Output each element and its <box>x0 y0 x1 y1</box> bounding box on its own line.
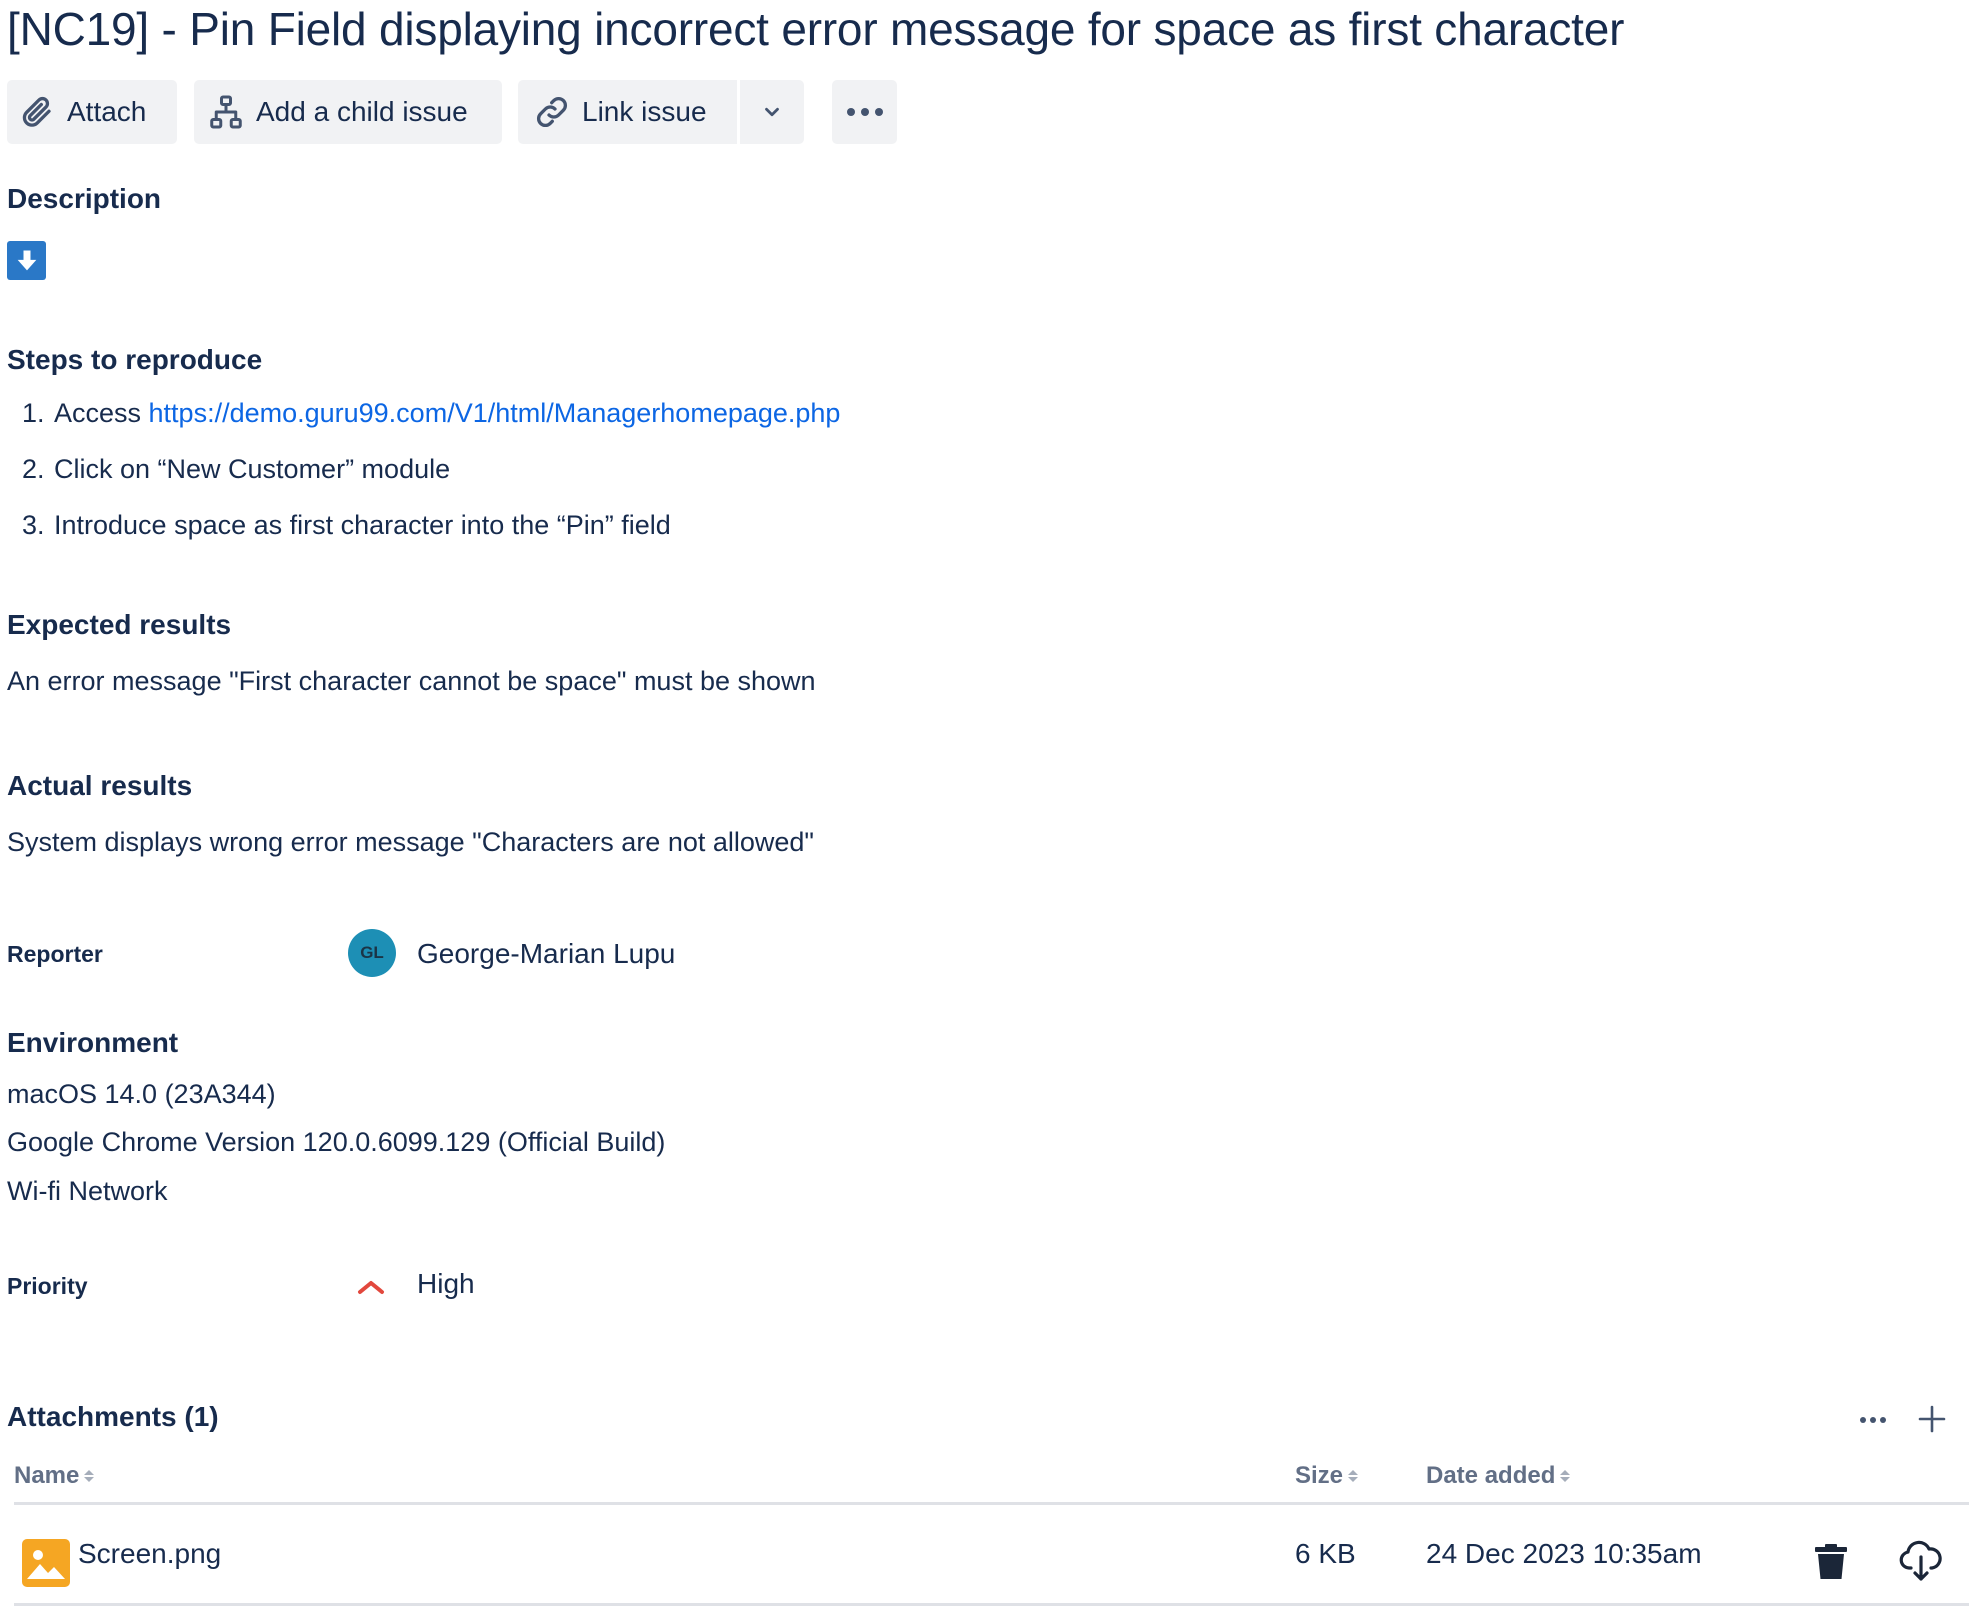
sort-icon <box>1560 1470 1571 1482</box>
description-heading: Description <box>7 183 162 214</box>
link-icon <box>537 97 567 127</box>
add-attachment-icon[interactable] <box>1917 1404 1947 1434</box>
column-header-size[interactable]: Size <box>1295 1462 1359 1490</box>
sort-icon <box>1348 1470 1359 1482</box>
arrow-down-icon <box>7 241 46 280</box>
actual-results-text: System displays wrong error message "Cha… <box>7 827 815 857</box>
column-header-date-added[interactable]: Date added <box>1426 1462 1571 1490</box>
attachments-more-icon[interactable] <box>1858 1412 1888 1428</box>
add-child-issue-button[interactable]: Add a child issue <box>194 80 502 144</box>
actual-results-heading: Actual results <box>7 770 193 801</box>
attach-button[interactable]: Attach <box>7 80 177 144</box>
attachments-heading: Attachments (1) <box>7 1401 219 1432</box>
expected-results-heading: Expected results <box>7 609 232 640</box>
trash-icon[interactable] <box>1814 1544 1848 1580</box>
expected-results-text: An error message "First character cannot… <box>7 666 816 696</box>
steps-list: 1. Access https://demo.guru99.com/V1/html… <box>22 393 840 561</box>
steps-heading: Steps to reproduce <box>7 344 263 375</box>
sort-icon <box>84 1470 95 1482</box>
attach-label: Attach <box>67 96 147 127</box>
issue-page: [NC19] - Pin Field displaying incorrect … <box>0 0 1980 1614</box>
priority-label: Priority <box>7 1273 88 1299</box>
priority-value[interactable]: High <box>417 1268 475 1300</box>
issue-title: [NC19] - Pin Field displaying incorrect … <box>7 3 1625 55</box>
link-issue-label: Link issue <box>582 96 707 127</box>
avatar[interactable]: GL <box>348 929 396 977</box>
table-row-divider <box>14 1603 1969 1606</box>
priority-high-icon <box>358 1281 384 1294</box>
link-issue-dropdown-button[interactable] <box>740 80 804 144</box>
environment-line: macOS 14.0 (23A344) <box>7 1079 276 1109</box>
chevron-down-icon <box>765 107 779 117</box>
more-actions-button[interactable] <box>832 80 897 144</box>
environment-line: Wi-fi Network <box>7 1176 168 1206</box>
attachment-size: 6 KB <box>1295 1538 1356 1569</box>
list-item: 3. Introduce space as first character int… <box>22 510 671 540</box>
reporter-name[interactable]: George-Marian Lupu <box>417 938 675 970</box>
table-header-divider <box>14 1502 1969 1505</box>
list-item: 2. Click on “New Customer” module <box>22 454 451 484</box>
environment-heading: Environment <box>7 1027 179 1058</box>
environment-line: Google Chrome Version 120.0.6099.129 (Of… <box>7 1127 666 1157</box>
download-icon[interactable] <box>1899 1540 1943 1582</box>
attachment-name[interactable]: Screen.png <box>78 1538 221 1570</box>
paperclip-icon <box>22 96 51 127</box>
list-item: 1. Access https://demo.guru99.com/V1/html… <box>22 398 841 428</box>
child-issue-icon <box>210 95 242 129</box>
add-child-issue-label: Add a child issue <box>256 96 468 127</box>
image-file-icon <box>22 1539 70 1587</box>
reporter-label: Reporter <box>7 941 103 967</box>
link-issue-button[interactable]: Link issue <box>518 80 737 144</box>
demo-url-link[interactable]: https://demo.guru99.com/V1/html/Managerh… <box>149 398 841 428</box>
more-icon <box>846 108 883 116</box>
attachment-date: 24 Dec 2023 10:35am <box>1426 1538 1702 1569</box>
column-header-name[interactable]: Name <box>14 1462 95 1490</box>
